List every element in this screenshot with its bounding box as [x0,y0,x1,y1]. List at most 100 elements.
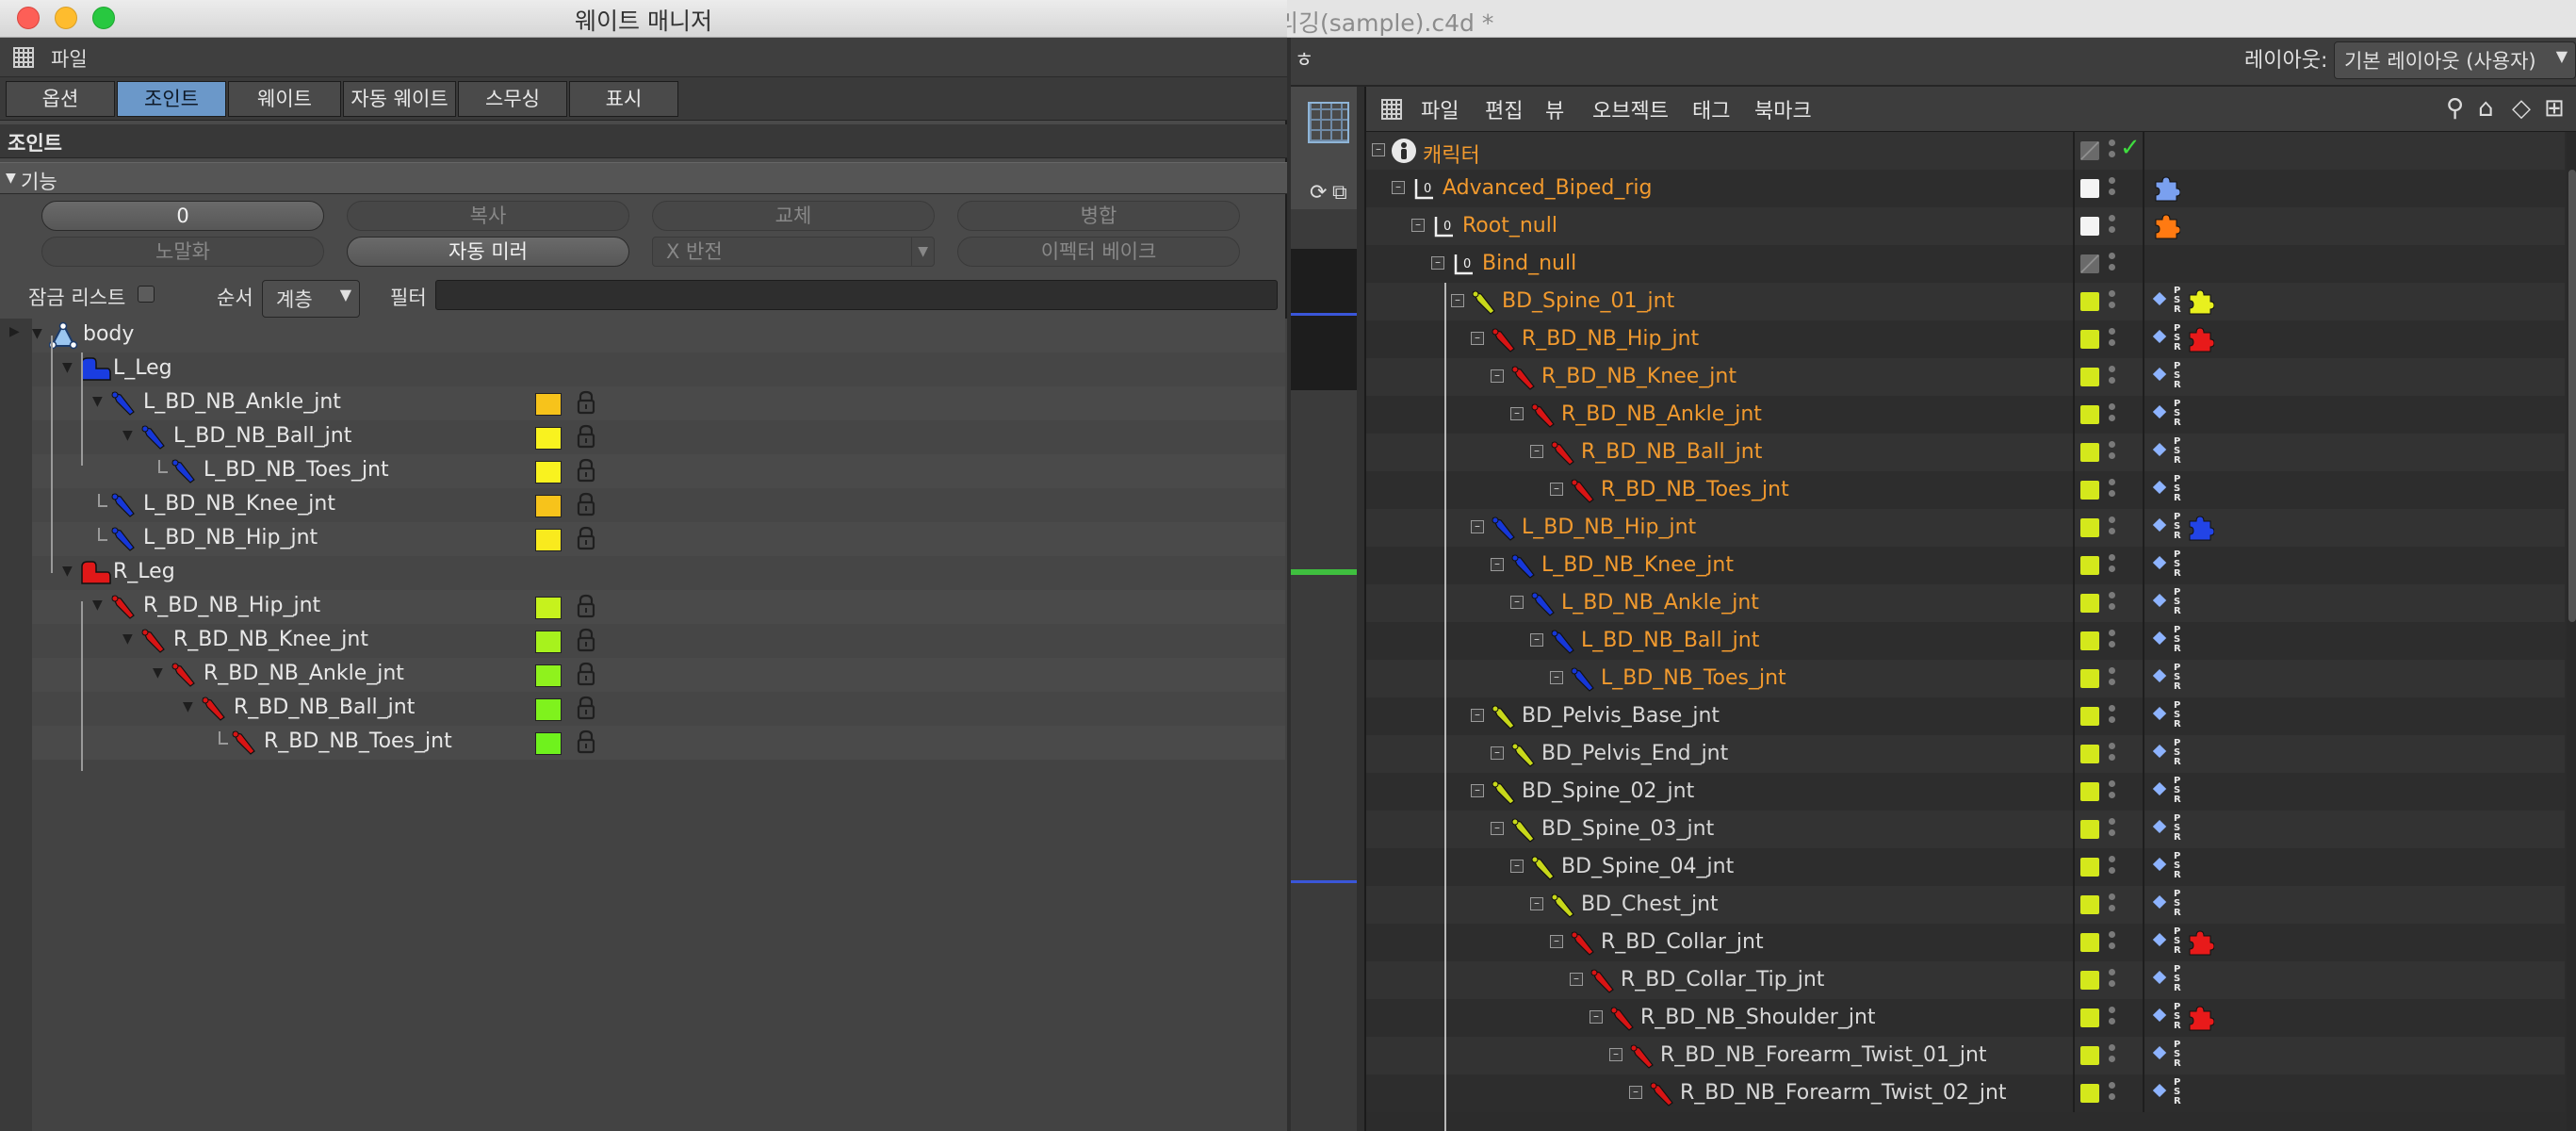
caret-down-icon[interactable]: ▼ [183,699,193,714]
tab-2[interactable]: 웨이트 [228,81,341,117]
expand-toggle-icon[interactable]: – [1471,784,1484,797]
lock-icon[interactable] [577,424,595,454]
object-list-scrollbar[interactable] [2567,132,2576,1131]
pose-tag-icon[interactable]: PSR [2174,324,2181,352]
expand-toggle-icon[interactable]: – [1471,332,1484,345]
joint-color-swatch[interactable] [535,597,562,619]
visibility-dots[interactable] [2109,1042,2118,1069]
caret-down-icon[interactable]: ▼ [32,326,42,341]
pose-tag-icon[interactable]: PSR [2174,1041,2181,1069]
pose-tag-icon[interactable]: PSR [2174,400,2181,428]
visibility-dots[interactable] [2109,402,2118,428]
weight-tag-icon[interactable]: ⯁ [2152,967,2167,990]
eye-icon[interactable]: ◇ [2512,94,2531,123]
layer-swatch[interactable] [2080,782,2099,801]
expand-toggle-icon[interactable]: – [1392,181,1405,194]
weight-tag-icon[interactable]: ⯁ [2152,816,2167,839]
joint-color-swatch[interactable] [535,664,562,687]
object-name[interactable]: L_BD_NB_Knee_jnt [1541,553,1734,577]
joint-name[interactable]: L_BD_NB_Ball_jnt [173,424,351,448]
scrollbar-thumb[interactable] [2568,170,2576,622]
pose-tag-icon[interactable]: PSR [2174,588,2181,616]
visibility-dots[interactable] [2109,892,2118,918]
joint-tree-row[interactable]: ▼ R_BD_NB_Hip_jnt [32,590,1285,624]
object-name[interactable]: R_BD_NB_Knee_jnt [1541,365,1736,388]
row1-button-2[interactable]: 교체 [652,201,935,231]
object-row[interactable]: – 캐릭터 ✓ [1366,132,2565,170]
tab-5[interactable]: 표시 [569,81,678,117]
weight-tag-icon[interactable]: ⯁ [2152,854,2167,877]
expand-toggle-icon[interactable]: – [1471,520,1484,533]
panel-grip-icon[interactable] [1381,99,1402,120]
object-name[interactable]: R_BD_NB_Shoulder_jnt [1640,1006,1876,1029]
weight-tag-icon[interactable]: ⯁ [2152,364,2167,386]
layer-swatch[interactable] [2080,594,2099,613]
object-name[interactable]: R_BD_NB_Toes_jnt [1601,478,1789,501]
caret-down-icon[interactable]: ▼ [62,360,73,375]
pose-tag-icon[interactable]: PSR [2174,550,2181,579]
expand-toggle-icon[interactable]: – [1372,143,1385,156]
object-row[interactable]: – R_BD_Collar_Tip_jnt ⯁ P S R [1366,961,2565,999]
weight-tag-icon[interactable]: ⯁ [2152,703,2167,726]
object-row[interactable]: – R_BD_NB_Toes_jnt ⯁ P S R [1366,471,2565,509]
joint-tree-row[interactable]: ▼ R_BD_NB_Ankle_jnt [32,658,1285,692]
object-name[interactable]: R_BD_NB_Ankle_jnt [1561,402,1762,426]
object-row[interactable]: – BD_Spine_02_jnt ⯁ P S R [1366,773,2565,811]
puzzle-orange-tag-icon[interactable] [2152,212,2181,244]
object-name[interactable]: BD_Chest_jnt [1581,893,1719,916]
expand-toggle-icon[interactable]: – [1491,369,1504,383]
pose-tag-icon[interactable]: PSR [2174,1003,2181,1031]
puzzle-red-tag-icon[interactable] [2186,928,2215,960]
object-row[interactable]: – 0 Root_null [1366,207,2565,245]
weight-tag-icon[interactable]: ⯁ [2152,402,2167,424]
pose-tag-icon[interactable]: PSR [2174,777,2181,805]
joint-color-swatch[interactable] [535,427,562,450]
row1-button-3[interactable]: 병합 [957,201,1240,231]
pose-tag-icon[interactable]: PSR [2174,513,2181,541]
joint-name[interactable]: body [83,322,134,346]
object-name[interactable]: L_BD_NB_Ball_jnt [1581,629,1759,652]
layer-swatch[interactable] [2080,330,2099,349]
pose-tag-icon[interactable]: PSR [2174,965,2181,993]
object-name[interactable]: R_BD_NB_Forearm_Twist_02_jnt [1680,1081,2007,1105]
object-row[interactable]: – BD_Spine_04_jnt ⯁ P S R [1366,848,2565,886]
object-row[interactable]: – BD_Chest_jnt ⯁ P S R [1366,886,2565,924]
layer-swatch[interactable] [2080,820,2099,839]
joint-name[interactable]: L_BD_NB_Ankle_jnt [143,390,341,414]
visibility-dots[interactable] [2109,628,2118,654]
puzzle-red-tag-icon[interactable] [2186,325,2215,357]
object-row[interactable]: – R_BD_NB_Hip_jnt ⯁ P S R [1366,320,2565,358]
joint-color-swatch[interactable] [535,461,562,484]
camera-icon[interactable]: ⟳ [1310,181,1327,205]
weight-tag-icon[interactable]: ⯁ [2152,665,2167,688]
visibility-dots[interactable] [2109,552,2118,579]
weight-tag-icon[interactable]: ⯁ [2152,515,2167,537]
om-menu-tag[interactable]: 태그 [1692,94,1730,124]
weight-tag-icon[interactable]: ⯁ [2152,1005,2167,1027]
visibility-dots[interactable] [2109,665,2118,692]
lock-icon[interactable] [577,390,595,420]
joint-name[interactable]: R_BD_NB_Knee_jnt [173,628,368,651]
visibility-dots[interactable] [2109,967,2118,993]
pose-tag-icon[interactable]: PSR [2174,739,2181,767]
visibility-dots[interactable] [2109,590,2118,616]
joint-name[interactable]: R_BD_NB_Hip_jnt [143,594,320,617]
caret-down-icon[interactable]: ▼ [153,665,163,680]
expand-toggle-icon[interactable]: – [1510,407,1524,420]
joint-tree-row[interactable]: L_BD_NB_Toes_jnt [32,454,1285,488]
joint-name[interactable]: L_Leg [113,356,172,380]
object-row[interactable]: – R_BD_NB_Forearm_Twist_02_jnt ⯁ P S R [1366,1074,2565,1112]
object-row[interactable]: – L_BD_NB_Toes_jnt ⯁ P S R [1366,660,2565,697]
object-name[interactable]: L_BD_NB_Ankle_jnt [1561,591,1759,615]
weight-tag-icon[interactable]: ⯁ [2152,779,2167,801]
layer-swatch[interactable] [2080,933,2099,952]
lock-icon[interactable] [577,628,595,658]
expand-toggle-icon[interactable]: – [1609,1048,1622,1061]
expand-toggle-icon[interactable]: – [1550,935,1563,948]
joint-tree-row[interactable]: ▼ L_Leg [32,352,1285,386]
visibility-dots[interactable] [2109,288,2118,315]
joint-tree-row[interactable]: ▼ body [32,319,1285,352]
layer-swatch[interactable] [2080,292,2099,311]
pose-tag-icon[interactable]: PSR [2174,664,2181,692]
grid-view-icon[interactable] [1308,102,1349,143]
